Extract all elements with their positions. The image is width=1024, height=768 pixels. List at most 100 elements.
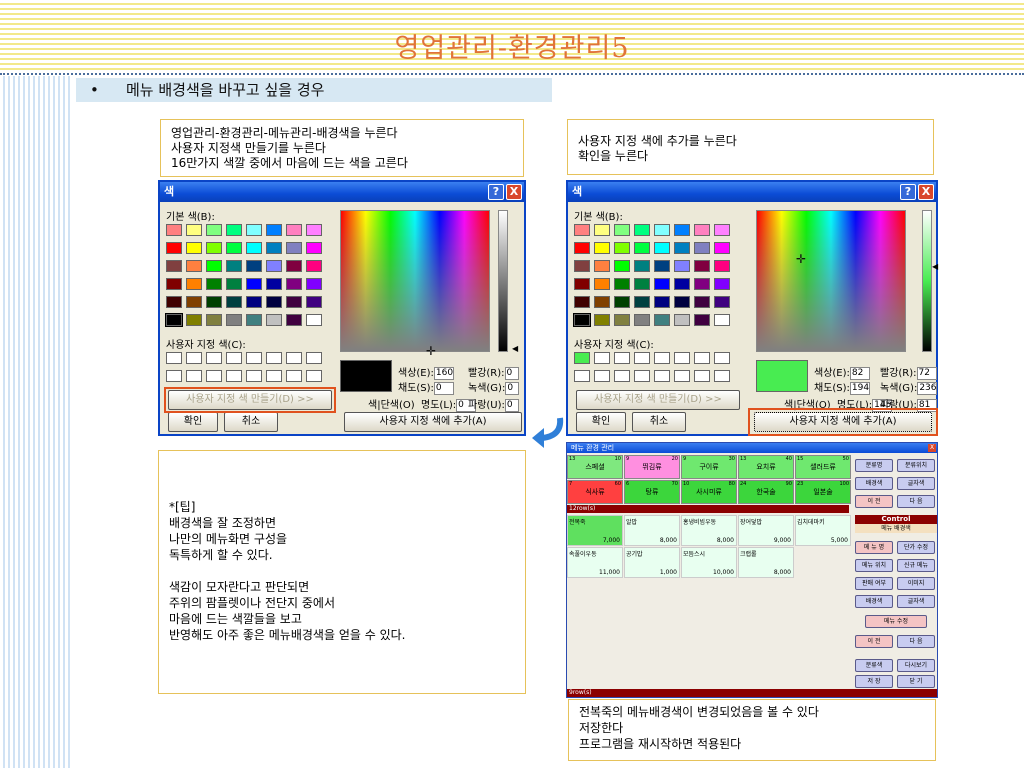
basic-color-swatch[interactable] xyxy=(306,260,322,272)
blue-input[interactable]: 0 xyxy=(504,398,519,412)
menu-group-tile[interactable]: 9 20 뛰김류 xyxy=(624,455,680,479)
basic-color-swatch[interactable] xyxy=(614,296,630,308)
basic-color-swatch[interactable] xyxy=(614,278,630,290)
menu-item-tile[interactable]: 모듬스시 10,000 xyxy=(681,547,737,578)
basic-color-swatch[interactable] xyxy=(614,260,630,272)
price-edit-button[interactable]: 단가 수정 xyxy=(897,541,935,554)
new-menu-button[interactable]: 신규 메뉴 xyxy=(897,559,935,572)
group-name-button[interactable]: 분류명 xyxy=(855,459,893,472)
close-icon[interactable]: X xyxy=(506,184,522,200)
basic-color-swatch[interactable] xyxy=(186,242,202,254)
basic-color-swatch[interactable] xyxy=(694,314,710,326)
add-to-custom-colors-button[interactable]: 사용자 지정 색에 추가(A) xyxy=(344,412,522,432)
basic-color-swatch[interactable] xyxy=(246,242,262,254)
basic-color-swatch[interactable] xyxy=(246,260,262,272)
basic-color-swatch[interactable] xyxy=(574,278,590,290)
cancel-button[interactable]: 취소 xyxy=(632,412,686,432)
custom-color-swatch[interactable] xyxy=(614,352,630,364)
help-icon[interactable]: ? xyxy=(488,184,504,200)
basic-color-swatch[interactable] xyxy=(306,242,322,254)
help-icon[interactable]: ? xyxy=(900,184,916,200)
basic-color-swatch[interactable] xyxy=(634,296,650,308)
basic-color-swatch[interactable] xyxy=(206,260,222,272)
basic-color-swatch[interactable] xyxy=(574,260,590,272)
basic-color-swatch[interactable] xyxy=(306,278,322,290)
group-next-button[interactable]: 다 음 xyxy=(897,495,935,508)
red-input[interactable]: 72 xyxy=(916,366,937,380)
basic-color-swatch[interactable] xyxy=(594,224,610,236)
custom-color-swatch[interactable] xyxy=(226,352,242,364)
custom-color-swatch[interactable] xyxy=(206,370,222,382)
basic-color-swatch[interactable] xyxy=(594,260,610,272)
menu-group-tile[interactable]: 13 40 요치류 xyxy=(738,455,794,479)
custom-color-swatch[interactable] xyxy=(654,352,670,364)
basic-color-swatch[interactable] xyxy=(614,224,630,236)
refresh-button[interactable]: 다시보기 xyxy=(897,659,935,672)
basic-color-swatch[interactable] xyxy=(246,314,262,326)
custom-color-swatch[interactable] xyxy=(694,352,710,364)
custom-color-swatch[interactable] xyxy=(574,352,590,364)
basic-color-swatch[interactable] xyxy=(674,242,690,254)
basic-color-swatch[interactable] xyxy=(306,224,322,236)
sale-status-button[interactable]: 판매 여부 xyxy=(855,577,893,590)
basic-color-swatch[interactable] xyxy=(306,296,322,308)
custom-color-swatch[interactable] xyxy=(286,370,302,382)
close-icon[interactable]: X xyxy=(928,444,936,452)
basic-color-swatch[interactable] xyxy=(674,314,690,326)
basic-color-swatch[interactable] xyxy=(266,242,282,254)
menu-prev-button[interactable]: 이 전 xyxy=(855,635,893,648)
basic-color-swatch[interactable] xyxy=(594,296,610,308)
basic-color-swatch[interactable] xyxy=(186,260,202,272)
menu-group-tile[interactable]: 24 90 한국술 xyxy=(738,480,794,504)
red-input[interactable]: 0 xyxy=(504,366,519,380)
save-button[interactable]: 저 장 xyxy=(855,675,893,688)
basic-color-swatch[interactable] xyxy=(714,314,730,326)
basic-color-swatch[interactable] xyxy=(694,296,710,308)
custom-color-swatch[interactable] xyxy=(674,352,690,364)
custom-color-swatch[interactable] xyxy=(186,352,202,364)
basic-color-swatch[interactable] xyxy=(654,242,670,254)
custom-color-swatch[interactable] xyxy=(266,370,282,382)
custom-color-swatch[interactable] xyxy=(594,352,610,364)
menu-item-tile[interactable]: 장어덮밥 9,000 xyxy=(738,515,794,546)
custom-color-swatch[interactable] xyxy=(306,352,322,364)
basic-color-swatch[interactable] xyxy=(286,314,302,326)
basic-color-swatch[interactable] xyxy=(186,314,202,326)
basic-color-swatch[interactable] xyxy=(614,242,630,254)
image-button[interactable]: 이미지 xyxy=(897,577,935,590)
basic-color-swatch[interactable] xyxy=(286,224,302,236)
basic-color-swatch[interactable] xyxy=(186,278,202,290)
group-prev-button[interactable]: 이 전 xyxy=(855,495,893,508)
cancel-button[interactable]: 취소 xyxy=(224,412,278,432)
menu-group-tile[interactable]: 13 10 스페셜 xyxy=(567,455,623,479)
basic-color-swatch[interactable] xyxy=(166,242,182,254)
basic-color-swatch[interactable] xyxy=(614,314,630,326)
basic-color-swatch[interactable] xyxy=(674,278,690,290)
basic-color-swatch[interactable] xyxy=(674,296,690,308)
basic-color-swatch[interactable] xyxy=(594,314,610,326)
custom-color-swatch[interactable] xyxy=(266,352,282,364)
basic-color-swatch[interactable] xyxy=(186,296,202,308)
define-custom-colors-button[interactable]: 사용자 지정 색 만들기(D) >> xyxy=(576,390,740,410)
basic-color-swatch[interactable] xyxy=(714,224,730,236)
menu-next-button[interactable]: 다 음 xyxy=(897,635,935,648)
custom-color-swatch[interactable] xyxy=(226,370,242,382)
basic-color-swatch[interactable] xyxy=(226,260,242,272)
basic-color-swatch[interactable] xyxy=(186,224,202,236)
basic-color-swatch[interactable] xyxy=(574,224,590,236)
menu-group-tile[interactable]: 15 50 샐러드류 xyxy=(795,455,851,479)
basic-color-swatch[interactable] xyxy=(166,260,182,272)
custom-color-swatch[interactable] xyxy=(654,370,670,382)
basic-color-swatch[interactable] xyxy=(674,224,690,236)
close-button[interactable]: 닫 기 xyxy=(897,675,935,688)
green-input[interactable]: 0 xyxy=(505,381,520,395)
basic-color-swatch[interactable] xyxy=(266,296,282,308)
basic-color-swatch[interactable] xyxy=(266,224,282,236)
group-textcolor-button[interactable]: 글자색 xyxy=(897,477,935,490)
basic-color-swatch[interactable] xyxy=(654,278,670,290)
basic-color-swatch[interactable] xyxy=(266,260,282,272)
basic-color-swatch[interactable] xyxy=(714,296,730,308)
basic-color-swatch[interactable] xyxy=(634,314,650,326)
basic-color-swatch[interactable] xyxy=(694,224,710,236)
custom-color-swatch[interactable] xyxy=(614,370,630,382)
